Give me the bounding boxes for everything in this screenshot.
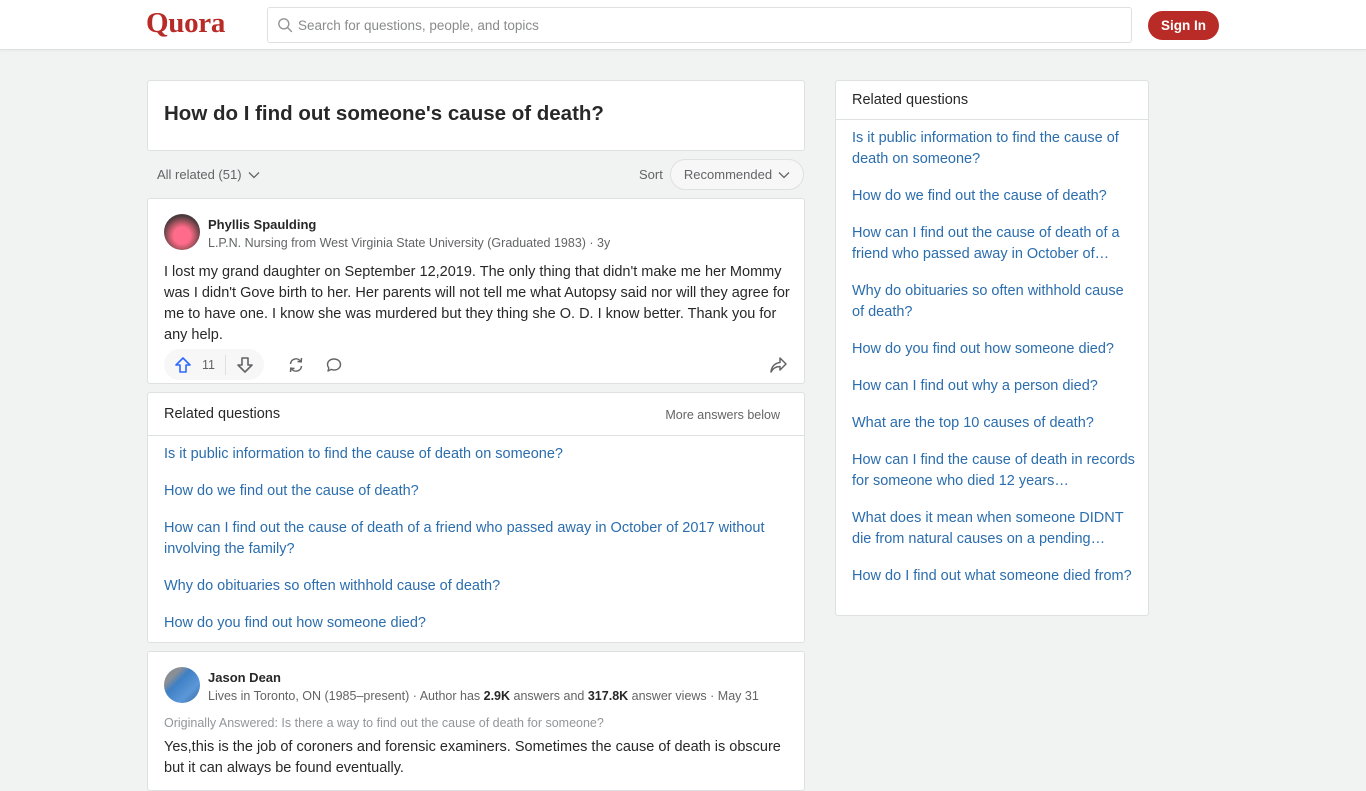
sidebar-question-link[interactable]: How do we find out the cause of death? bbox=[852, 186, 1137, 207]
sidebar-question-link[interactable]: How can I find out the cause of death of… bbox=[852, 223, 1137, 265]
credential-prefix: Lives in Toronto, ON (1985–present) · Au… bbox=[208, 689, 484, 703]
sort-label: Sort bbox=[639, 167, 663, 182]
question-title: How do I find out someone's cause of dea… bbox=[164, 102, 604, 125]
originally-answered[interactable]: Originally Answered: Is there a way to f… bbox=[164, 716, 604, 730]
sidebar-question-link[interactable]: What does it mean when someone DIDNT die… bbox=[852, 508, 1137, 550]
answer-text: I lost my grand daughter on September 12… bbox=[164, 264, 790, 343]
related-question-link[interactable]: How do we find out the cause of death? bbox=[164, 481, 790, 502]
sort-value: Recommended bbox=[683, 167, 773, 182]
sidebar-question-link[interactable]: How do you find out how someone died? bbox=[852, 339, 1137, 360]
related-title: Related questions bbox=[164, 406, 281, 422]
sidebar-question-link[interactable]: How do I find out what someone died from… bbox=[852, 566, 1137, 587]
sidebar-question-link[interactable]: Why do obituaries so often withhold caus… bbox=[852, 281, 1137, 323]
top-navigation-bar: Quora Sign In bbox=[0, 0, 1366, 50]
upvote-arrow-icon bbox=[175, 356, 191, 373]
credential-mid: answers and bbox=[510, 689, 588, 703]
filter-bar: All related (51) Sort Recommended bbox=[147, 158, 805, 192]
upvote-button[interactable]: 11 bbox=[174, 356, 215, 374]
reshare-button[interactable] bbox=[286, 355, 306, 375]
sign-in-button[interactable]: Sign In bbox=[1148, 11, 1219, 40]
share-button[interactable] bbox=[768, 355, 788, 375]
author-name[interactable]: Jason Dean bbox=[208, 670, 281, 685]
all-related-dropdown[interactable]: All related (51) bbox=[157, 167, 260, 182]
related-question-link[interactable]: Why do obituaries so often withhold caus… bbox=[164, 576, 790, 597]
more-answers-below: More answers below bbox=[665, 408, 780, 422]
answer-card: Jason Dean Lives in Toronto, ON (1985–pr… bbox=[147, 651, 805, 791]
related-question-link[interactable]: Is it public information to find the cau… bbox=[164, 444, 790, 465]
quora-logo[interactable]: Quora bbox=[146, 7, 225, 40]
answer-card: Phyllis Spaulding L.P.N. Nursing from We… bbox=[147, 198, 805, 384]
vote-pill: 11 bbox=[164, 349, 264, 380]
related-question-link[interactable]: How can I find out the cause of death of… bbox=[164, 518, 790, 560]
search-box[interactable] bbox=[267, 7, 1132, 43]
chevron-down-icon bbox=[248, 171, 260, 178]
author-credential: Lives in Toronto, ON (1985–present) · Au… bbox=[208, 689, 759, 703]
related-header: Related questions More answers below bbox=[148, 393, 804, 436]
search-icon bbox=[278, 18, 293, 33]
sidebar-question-link[interactable]: Is it public information to find the cau… bbox=[852, 128, 1137, 170]
share-icon bbox=[770, 357, 787, 373]
sidebar-question-link[interactable]: What are the top 10 causes of death? bbox=[852, 413, 1137, 434]
all-related-label: All related (51) bbox=[157, 167, 242, 182]
related-question-link[interactable]: How do you find out how someone died? bbox=[164, 613, 790, 634]
answers-count: 2.9K bbox=[483, 689, 511, 703]
comment-button[interactable] bbox=[324, 355, 344, 375]
sidebar-header: Related questions bbox=[836, 81, 1148, 120]
views-count: 317.8K bbox=[587, 689, 629, 703]
downvote-arrow-icon bbox=[237, 356, 253, 373]
search-input[interactable] bbox=[298, 17, 1098, 33]
sidebar-question-link[interactable]: How can I find the cause of death in rec… bbox=[852, 450, 1137, 492]
sidebar-related-questions: Related questions Is it public informati… bbox=[835, 80, 1149, 616]
avatar[interactable] bbox=[164, 667, 200, 703]
avatar[interactable] bbox=[164, 214, 200, 250]
credential-suffix: answer views · May 31 bbox=[628, 689, 759, 703]
downvote-button[interactable] bbox=[235, 355, 255, 375]
comment-icon bbox=[326, 357, 342, 372]
answer-text: Yes,this is the job of coroners and fore… bbox=[164, 739, 781, 776]
vote-divider bbox=[224, 354, 226, 375]
question-card: How do I find out someone's cause of dea… bbox=[147, 80, 805, 151]
inline-related-questions: Related questions More answers below Is … bbox=[147, 392, 805, 643]
answer-actions: 11 bbox=[164, 349, 344, 380]
chevron-down-icon bbox=[778, 171, 790, 178]
sidebar-list: Is it public information to find the cau… bbox=[836, 120, 1148, 587]
author-name[interactable]: Phyllis Spaulding bbox=[208, 217, 316, 232]
reshare-icon bbox=[289, 357, 303, 372]
upvote-count: 11 bbox=[202, 357, 215, 372]
author-credential: L.P.N. Nursing from West Virginia State … bbox=[208, 236, 611, 250]
sidebar-title: Related questions bbox=[852, 92, 969, 108]
related-list: Is it public information to find the cau… bbox=[148, 436, 804, 634]
sort-dropdown[interactable]: Recommended bbox=[670, 159, 804, 190]
sidebar-question-link[interactable]: How can I find out why a person died? bbox=[852, 376, 1137, 397]
